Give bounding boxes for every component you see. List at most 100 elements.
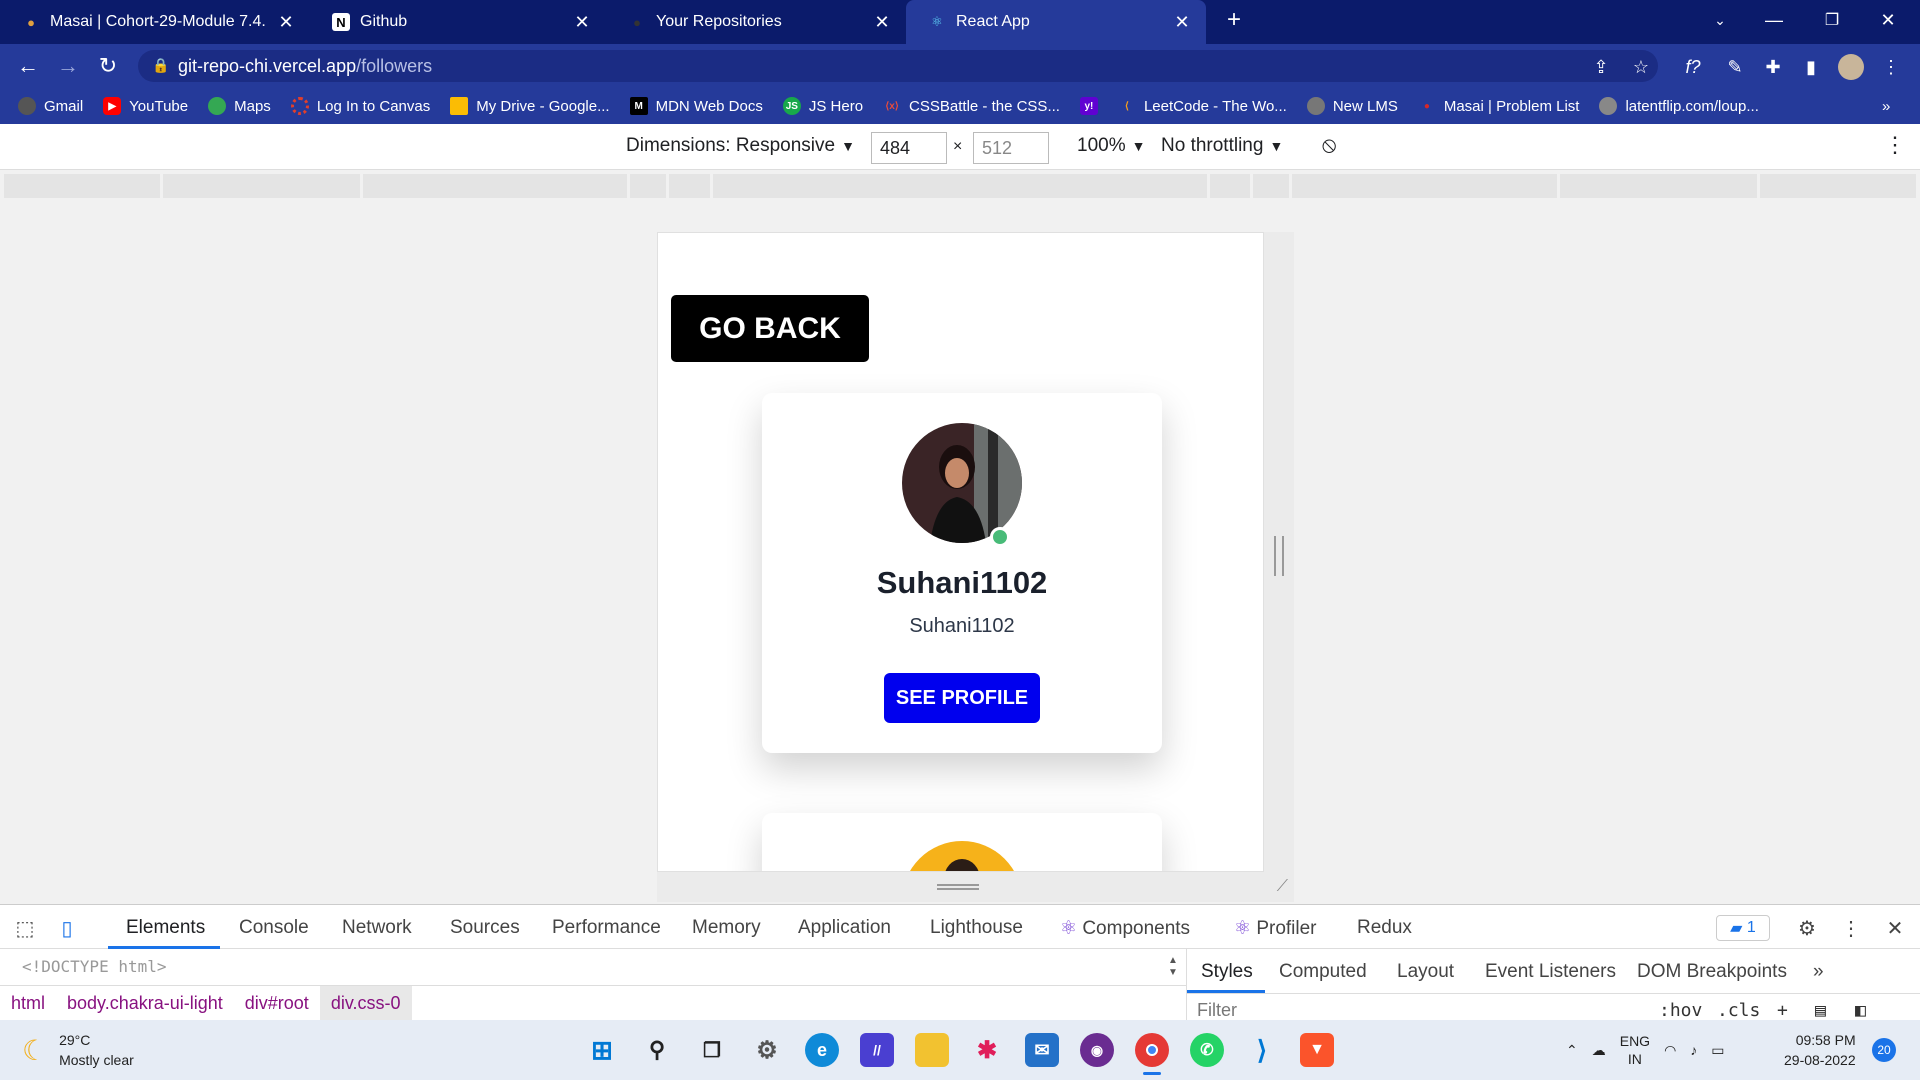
tab-search-chevron-icon[interactable]: ⌄	[1698, 0, 1742, 40]
bookmark-cssbattle[interactable]: ⟨x⟩ CSSBattle - the CSS...	[883, 97, 1060, 115]
media-query-bar[interactable]	[1253, 174, 1289, 198]
resize-handle-bottom[interactable]: ⟋	[657, 872, 1294, 902]
extension-formula-icon[interactable]: f?	[1680, 54, 1706, 80]
rotate-icon[interactable]: ⦸	[1322, 132, 1336, 158]
close-icon[interactable]: ✕	[572, 12, 592, 33]
bookmark-maps[interactable]: Maps	[208, 97, 271, 115]
chevron-up-icon[interactable]: ⌃	[1566, 1042, 1578, 1059]
media-query-bar[interactable]	[163, 174, 360, 198]
back-arrow-icon[interactable]: ←	[14, 52, 42, 80]
profile-avatar[interactable]	[1838, 54, 1864, 80]
tab-application[interactable]: Application	[798, 917, 891, 939]
hov-toggle[interactable]: :hov	[1659, 1000, 1702, 1021]
bookmark-canvas[interactable]: Log In to Canvas	[290, 97, 430, 115]
corner-resize-icon[interactable]: ⟋	[1277, 878, 1288, 896]
edge-icon[interactable]: e	[805, 1033, 839, 1067]
wifi-icon[interactable]: ◠	[1664, 1042, 1676, 1059]
media-query-bar[interactable]	[363, 174, 627, 198]
battery-icon[interactable]: ▭	[1711, 1042, 1724, 1059]
tab-components[interactable]: ⚛ Components	[1060, 917, 1190, 940]
volume-icon[interactable]: ♪	[1690, 1042, 1697, 1058]
tab-lighthouse[interactable]: Lighthouse	[930, 917, 1023, 939]
notification-badge[interactable]: 20	[1872, 1038, 1896, 1062]
chrome-icon[interactable]	[1135, 1033, 1169, 1075]
forward-arrow-icon[interactable]: →	[54, 52, 82, 80]
zoom-dropdown[interactable]: 100% ▼	[1077, 135, 1145, 157]
tab-masai[interactable]: ● Masai | Cohort-29-Module 7.4.1. ✕	[0, 0, 310, 44]
breadcrumb-css-0[interactable]: div.css-0	[319, 985, 412, 1022]
tab-redux[interactable]: Redux	[1357, 917, 1412, 939]
weather-widget[interactable]: ☾ 29°C Mostly clear	[22, 1030, 134, 1070]
tab-dom-breakpoints[interactable]: DOM Breakpoints	[1637, 961, 1787, 983]
bookmark-youtube[interactable]: ▶ YouTube	[103, 97, 188, 115]
start-icon[interactable]: ⊞	[585, 1033, 619, 1067]
close-devtools-icon[interactable]: ✕	[1882, 915, 1908, 941]
task-view-icon[interactable]: ❐	[695, 1033, 729, 1067]
close-icon[interactable]: ✕	[1172, 12, 1192, 33]
height-input[interactable]: 512	[973, 132, 1049, 164]
issues-badge[interactable]: ▰ 1	[1716, 915, 1770, 941]
restore-button[interactable]: ❐	[1810, 0, 1854, 40]
bookmark-gmail[interactable]: Gmail	[18, 97, 83, 115]
close-icon[interactable]: ✕	[276, 12, 296, 33]
search-icon[interactable]: ⚲	[640, 1033, 674, 1067]
share-icon[interactable]: ⇪	[1588, 54, 1614, 80]
breadcrumb-body[interactable]: body.chakra-ui-light	[56, 993, 234, 1014]
puzzle-icon[interactable]: ✚	[1760, 54, 1786, 80]
bookmark-yahoo[interactable]: y!	[1079, 97, 1098, 115]
media-query-bar[interactable]	[669, 174, 710, 198]
onedrive-icon[interactable]: ☁	[1592, 1042, 1606, 1059]
brave-icon[interactable]: ▼	[1300, 1033, 1334, 1067]
media-query-bar[interactable]	[1560, 174, 1757, 198]
tab-styles[interactable]: Styles	[1201, 961, 1253, 983]
dom-tree-doctype[interactable]: <!DOCTYPE html>	[22, 957, 167, 976]
tab-console[interactable]: Console	[239, 917, 309, 939]
bookmark-mdn[interactable]: M MDN Web Docs	[629, 97, 763, 115]
tab-github[interactable]: N Github ✕	[310, 0, 606, 44]
bookmark-latentflip[interactable]: latentflip.com/loup...	[1599, 97, 1759, 115]
gear-icon[interactable]: ⚙	[1794, 915, 1820, 941]
file-explorer-icon[interactable]	[915, 1033, 949, 1067]
devtools-kebab-icon[interactable]: ⋮	[1838, 915, 1864, 941]
bookmark-masai-problem-list[interactable]: ● Masai | Problem List	[1418, 97, 1580, 115]
extension-picker-icon[interactable]: ✎	[1722, 54, 1748, 80]
go-back-button[interactable]: GO BACK	[671, 295, 869, 362]
breadcrumb-html[interactable]: html	[0, 993, 56, 1014]
bookmark-google-drive[interactable]: My Drive - Google...	[450, 97, 610, 115]
minimize-button[interactable]: —	[1752, 0, 1796, 40]
reload-icon[interactable]: ↻	[94, 52, 122, 80]
github-desktop-icon[interactable]: ◉	[1080, 1033, 1114, 1067]
new-tab-button[interactable]: +	[1212, 0, 1256, 40]
dom-tree-scrollbar[interactable]: ▲ ▼	[1166, 955, 1180, 981]
tab-your-repositories[interactable]: ● Your Repositories ✕	[606, 0, 906, 44]
tab-performance[interactable]: Performance	[552, 917, 661, 939]
bookmarks-overflow-chevron-icon[interactable]: »	[1882, 98, 1890, 115]
star-icon[interactable]: ☆	[1628, 54, 1654, 80]
width-input[interactable]: 484	[871, 132, 947, 164]
mail-icon[interactable]: ✉	[1025, 1033, 1059, 1067]
address-bar[interactable]: 🔒 git-repo-chi.vercel.app/followers	[138, 50, 1658, 82]
input-language[interactable]: ENG IN	[1620, 1032, 1650, 1068]
settings-gear-icon[interactable]: ⚙	[750, 1033, 784, 1067]
tab-elements[interactable]: Elements	[126, 917, 205, 939]
menu-kebab-icon[interactable]: ⋮	[1878, 54, 1904, 80]
dimensions-dropdown[interactable]: Dimensions: Responsive ▼	[626, 135, 855, 157]
side-panel-icon[interactable]: ▮	[1798, 54, 1824, 80]
styles-filter-input[interactable]: Filter	[1197, 1000, 1237, 1021]
device-toggle-icon[interactable]: ▯	[54, 915, 80, 941]
tab-computed[interactable]: Computed	[1279, 961, 1367, 983]
add-rule-icon[interactable]: +	[1777, 1000, 1788, 1021]
media-query-bar[interactable]	[1292, 174, 1557, 198]
media-query-bar[interactable]	[1760, 174, 1916, 198]
inspect-element-icon[interactable]: ⬚	[12, 915, 38, 941]
more-tabs-chevron-icon[interactable]: »	[1813, 961, 1824, 983]
tab-sources[interactable]: Sources	[450, 917, 520, 939]
close-window-button[interactable]: ✕	[1866, 0, 1910, 40]
media-query-bar[interactable]	[4, 174, 160, 198]
resize-handle-right[interactable]	[1274, 536, 1284, 576]
bookmark-new-lms[interactable]: New LMS	[1306, 97, 1398, 115]
bookmark-js-hero[interactable]: JS JS Hero	[782, 97, 863, 115]
throttling-dropdown[interactable]: No throttling ▼	[1161, 135, 1283, 157]
tab-event-listeners[interactable]: Event Listeners	[1485, 961, 1616, 983]
vscode-icon[interactable]: ⟩	[1245, 1033, 1279, 1067]
